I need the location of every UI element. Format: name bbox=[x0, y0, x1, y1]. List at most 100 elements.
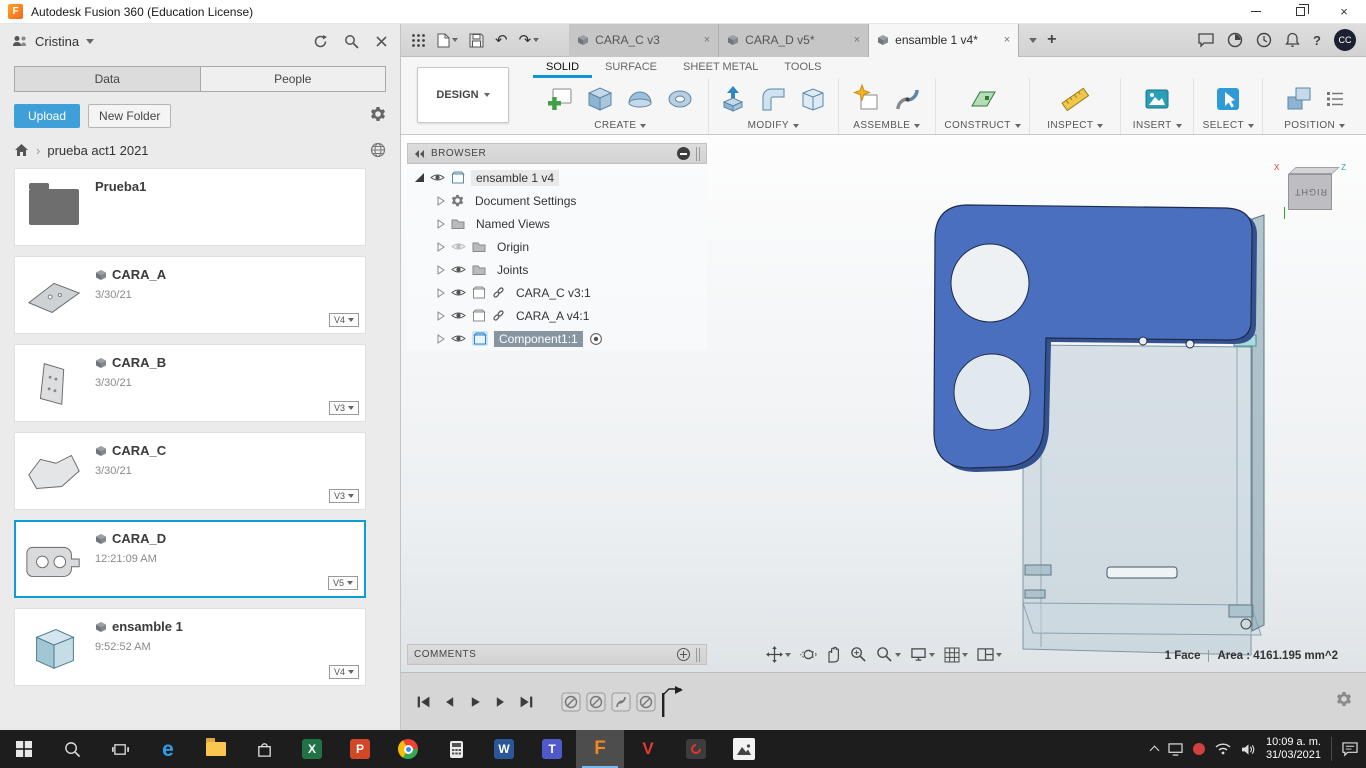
file-menu-button[interactable] bbox=[437, 33, 458, 48]
browser-node-root[interactable]: ensamble 1 v4 bbox=[407, 166, 707, 189]
ribbon-tab-tools[interactable]: TOOLS bbox=[771, 57, 834, 78]
notifications-bell-icon[interactable] bbox=[1285, 32, 1300, 48]
ribbon-group-label-position[interactable]: POSITION bbox=[1284, 120, 1346, 131]
caret-right-icon[interactable] bbox=[437, 333, 445, 344]
file-item-cara-d[interactable]: CARA_D 12:21:09 AM V5 bbox=[14, 520, 366, 598]
browser-node-cara-a[interactable]: CARA_A v4:1 bbox=[407, 304, 707, 327]
version-badge[interactable]: V4 bbox=[328, 313, 359, 327]
document-tab-cara-d[interactable]: CARA_D v5* × bbox=[719, 23, 870, 57]
comments-header[interactable]: COMMENTS bbox=[407, 644, 707, 665]
refresh-icon[interactable] bbox=[313, 34, 328, 49]
model-hole-small[interactable] bbox=[1138, 336, 1148, 346]
pan-orbit-button[interactable] bbox=[766, 646, 791, 663]
search-icon[interactable] bbox=[344, 34, 359, 49]
visibility-eye-icon[interactable] bbox=[451, 333, 466, 344]
app-photos-icon[interactable] bbox=[720, 730, 768, 768]
file-item-cara-c[interactable]: CARA_C 3/30/21 V3 bbox=[14, 432, 366, 510]
zoom-button[interactable] bbox=[850, 646, 867, 663]
user-menu[interactable]: Cristina bbox=[35, 34, 79, 49]
caret-right-icon[interactable] bbox=[437, 310, 445, 321]
select-tool[interactable] bbox=[1211, 82, 1245, 116]
extrude-tool[interactable] bbox=[583, 82, 617, 116]
model-tab[interactable] bbox=[1024, 564, 1052, 576]
toolbar-options-icon[interactable] bbox=[1322, 82, 1348, 116]
ribbon-tab-surface[interactable]: SURFACE bbox=[592, 57, 670, 78]
model-floor-panel[interactable] bbox=[1022, 602, 1262, 636]
insert-canvas-tool[interactable] bbox=[1140, 82, 1174, 116]
tab-people[interactable]: People bbox=[199, 67, 386, 91]
document-tab-cara-c[interactable]: CARA_C v3 × bbox=[569, 23, 720, 57]
document-tab-ensamble[interactable]: ensamble 1 v4* × bbox=[869, 23, 1020, 57]
view-cube[interactable]: X RIGHT Z bbox=[1274, 163, 1348, 219]
joint-tool[interactable] bbox=[890, 82, 924, 116]
model-tab[interactable] bbox=[1228, 604, 1254, 618]
timeline-feature-sketch[interactable] bbox=[586, 692, 606, 712]
tab-list-caret-icon[interactable] bbox=[1029, 37, 1038, 43]
view-cube-top-face[interactable] bbox=[1288, 167, 1340, 174]
play-button[interactable] bbox=[467, 693, 483, 711]
timeline-feature-sketch[interactable] bbox=[636, 692, 656, 712]
clock-icon[interactable] bbox=[1256, 32, 1272, 48]
close-button[interactable]: × bbox=[1322, 0, 1366, 24]
file-item-cara-b[interactable]: CARA_B 3/30/21 V3 bbox=[14, 344, 366, 422]
ribbon-tab-solid[interactable]: SOLID bbox=[533, 57, 593, 78]
model-hole-large[interactable] bbox=[953, 353, 1031, 431]
task-view-button[interactable] bbox=[96, 730, 144, 768]
globe-icon[interactable] bbox=[370, 142, 386, 158]
caret-right-icon[interactable] bbox=[437, 195, 445, 206]
app-fusion360-icon[interactable]: F bbox=[576, 730, 624, 768]
workspace-switcher-design[interactable]: DESIGN bbox=[417, 67, 509, 123]
close-panel-icon[interactable] bbox=[375, 35, 388, 48]
app-store-icon[interactable] bbox=[240, 730, 288, 768]
display-settings-button[interactable] bbox=[910, 647, 935, 662]
file-item-cara-a[interactable]: CARA_A 3/30/21 V4 bbox=[14, 256, 366, 334]
version-badge[interactable]: V5 bbox=[327, 576, 358, 590]
close-tab-icon[interactable]: × bbox=[704, 34, 710, 46]
caret-right-icon[interactable] bbox=[437, 241, 445, 252]
visibility-eye-icon[interactable] bbox=[451, 264, 466, 275]
ribbon-group-label-create[interactable]: CREATE bbox=[594, 120, 647, 131]
volume-icon[interactable] bbox=[1241, 743, 1256, 756]
visibility-eye-icon[interactable] bbox=[430, 172, 445, 183]
new-component-tool[interactable] bbox=[850, 82, 884, 116]
form-tool[interactable] bbox=[623, 82, 657, 116]
visibility-eye-icon[interactable] bbox=[451, 287, 466, 298]
ribbon-group-label-inspect[interactable]: INSPECT bbox=[1047, 120, 1104, 131]
fillet-tool[interactable] bbox=[756, 82, 790, 116]
create-sketch-tool[interactable] bbox=[543, 82, 577, 116]
model-tab[interactable] bbox=[1024, 589, 1046, 599]
restore-button[interactable] bbox=[1278, 0, 1322, 24]
action-center-icon[interactable] bbox=[1342, 741, 1358, 757]
step-back-button[interactable] bbox=[442, 693, 458, 711]
user-avatar[interactable]: CC bbox=[1334, 29, 1356, 51]
model-slot[interactable] bbox=[1106, 566, 1178, 579]
browser-node-component1[interactable]: Component1:1 bbox=[407, 327, 707, 350]
job-status-icon[interactable] bbox=[1227, 32, 1243, 48]
caret-right-icon[interactable] bbox=[437, 264, 445, 275]
browser-node-named-views[interactable]: Named Views bbox=[407, 212, 707, 235]
press-pull-tool[interactable] bbox=[716, 82, 750, 116]
caret-right-icon[interactable] bbox=[437, 287, 445, 298]
close-tab-icon[interactable]: × bbox=[1004, 34, 1010, 46]
coil-tool[interactable] bbox=[663, 82, 697, 116]
clock[interactable]: 10:09 a. m. 31/03/2021 bbox=[1266, 736, 1321, 762]
panel-settings-gear-icon[interactable] bbox=[370, 106, 386, 127]
ribbon-group-label-construct[interactable]: CONSTRUCT bbox=[944, 120, 1021, 131]
ribbon-group-label-insert[interactable]: INSERT bbox=[1133, 120, 1182, 131]
construction-plane-tool[interactable] bbox=[966, 82, 1000, 116]
viewports-button[interactable] bbox=[977, 647, 1002, 662]
close-tab-icon[interactable]: × bbox=[854, 34, 860, 46]
app-file-explorer-icon[interactable] bbox=[192, 730, 240, 768]
measure-tool[interactable] bbox=[1058, 82, 1092, 116]
app-calculator-icon[interactable] bbox=[432, 730, 480, 768]
browser-node-cara-c[interactable]: CARA_C v3:1 bbox=[407, 281, 707, 304]
timeline-settings-gear-icon[interactable] bbox=[1336, 691, 1366, 712]
timeline-feature-joint[interactable] bbox=[611, 692, 631, 712]
panel-grip-handle[interactable] bbox=[696, 146, 700, 161]
model-hole-large[interactable] bbox=[950, 243, 1030, 323]
save-icon[interactable] bbox=[469, 33, 484, 48]
ribbon-tab-sheet-metal[interactable]: SHEET METAL bbox=[670, 57, 771, 78]
activate-component-radio-icon[interactable] bbox=[589, 332, 603, 346]
ribbon-group-label-select[interactable]: SELECT bbox=[1203, 120, 1254, 131]
visibility-eye-icon[interactable] bbox=[451, 310, 466, 321]
